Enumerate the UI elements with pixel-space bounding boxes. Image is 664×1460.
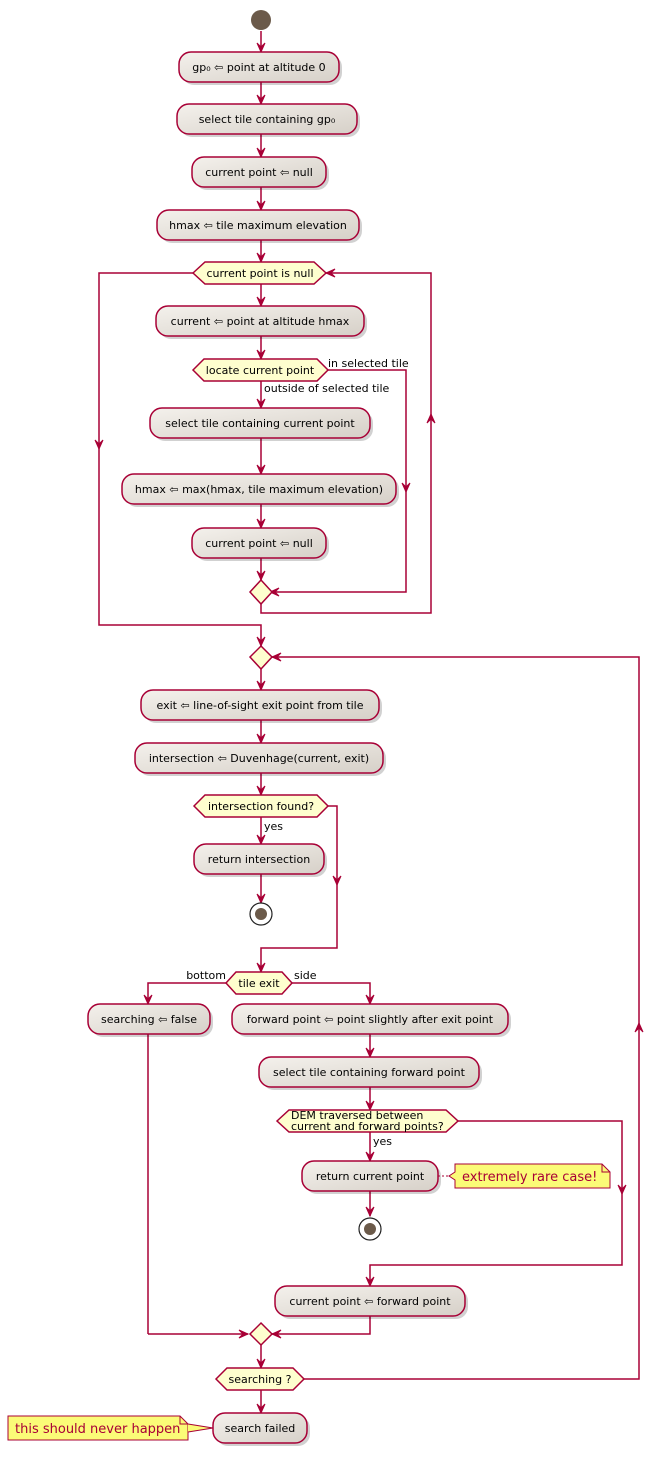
decision-d1: current point is null (191, 261, 328, 285)
arrowheads (94, 42, 644, 1415)
activity-a7: hmax ⇦ max(hmax, tile maximum elevation) (121, 473, 399, 507)
activity-a14-label: select tile containing forward point (273, 1066, 466, 1079)
activity-a4: hmax ⇦ tile maximum elevation (156, 209, 362, 243)
note-never-happen: this should never happen (7, 1415, 214, 1441)
activity-a5-label: current ⇦ point at altitude hmax (171, 315, 350, 328)
decision-d3: intersection found? (192, 794, 330, 818)
activity-a6-label: select tile containing current point (165, 417, 355, 430)
activity-a15-label: return current point (316, 1170, 425, 1183)
note-extremely-rare-text: extremely rare case! (462, 1170, 597, 1185)
activity-a13-label: forward point ⇦ point slightly after exi… (247, 1013, 494, 1026)
branch-label-yes-intersection: yes (264, 820, 283, 833)
activity-a15: return current point (301, 1160, 441, 1194)
activity-a3: current point ⇦ null (191, 156, 329, 190)
merge-diamond-1 (248, 578, 274, 606)
stop-node-1 (249, 902, 273, 926)
activity-a12-label: searching ⇦ false (101, 1013, 197, 1026)
branch-label-bottom: bottom (186, 969, 226, 982)
activity-a9-label: exit ⇦ line-of-sight exit point from til… (157, 699, 364, 712)
activity-a8-label: current point ⇦ null (205, 537, 313, 550)
activity-a1: gp₀ ⇦ point at altitude 0 (178, 51, 342, 85)
decision-d5-label-line2: current and forward points? (291, 1120, 444, 1133)
activity-a2: select tile containing gp₀ (176, 103, 360, 137)
activity-a8: current point ⇦ null (191, 527, 329, 561)
activity-a11: return intersection (193, 843, 327, 877)
decision-d4: tile exit (224, 971, 294, 995)
activity-a16: current point ⇦ forward point (274, 1285, 468, 1319)
activity-a1-label: gp₀ ⇦ point at altitude 0 (192, 61, 325, 74)
activity-a9: exit ⇦ line-of-sight exit point from til… (140, 689, 382, 723)
merge-diamond-2 (248, 644, 274, 671)
decision-d5: DEM traversed between current and forwar… (275, 1109, 460, 1133)
activity-a3-label: current point ⇦ null (205, 166, 313, 179)
branch-label-side: side (294, 969, 317, 982)
decision-d4-label: tile exit (238, 977, 280, 990)
decision-d6: searching ? (214, 1367, 306, 1391)
decision-d1-label: current point is null (206, 267, 313, 280)
branch-label-in-selected-tile: in selected tile (328, 357, 409, 370)
activity-a4-label: hmax ⇦ tile maximum elevation (169, 219, 347, 232)
decision-d6-label: searching ? (229, 1373, 292, 1386)
stop-node-2 (358, 1217, 382, 1241)
decision-d2-label: locate current point (206, 364, 315, 377)
activity-a14: select tile containing forward point (258, 1056, 482, 1090)
activity-a10: intersection ⇦ Duvenhage(current, exit) (134, 742, 386, 776)
activity-a12: searching ⇦ false (87, 1003, 213, 1037)
merge-diamond-3 (248, 1321, 274, 1347)
activity-a2-label: select tile containing gp₀ (199, 113, 336, 126)
branch-label-yes-dem: yes (373, 1135, 392, 1148)
note-never-happen-text: this should never happen (15, 1422, 180, 1437)
activity-a17-label: search failed (225, 1422, 296, 1435)
note-extremely-rare: extremely rare case! (438, 1163, 611, 1189)
start-node (251, 10, 271, 30)
branch-label-outside-selected-tile: outside of selected tile (264, 382, 390, 395)
decision-d2: locate current point (191, 358, 330, 382)
activity-diagram: gp₀ ⇦ point at altitude 0 select tile co… (7, 10, 644, 1446)
activity-a5: current ⇦ point at altitude hmax (155, 305, 367, 339)
activity-a17: search failed (212, 1412, 310, 1446)
activity-a13: forward point ⇦ point slightly after exi… (231, 1003, 511, 1037)
decision-d3-label: intersection found? (208, 800, 314, 813)
activity-a10-label: intersection ⇦ Duvenhage(current, exit) (149, 752, 369, 765)
activity-a7-label: hmax ⇦ max(hmax, tile maximum elevation) (135, 483, 383, 496)
activity-a16-label: current point ⇦ forward point (289, 1295, 451, 1308)
activity-a6: select tile containing current point (149, 407, 373, 441)
activity-a11-label: return intersection (208, 853, 310, 866)
